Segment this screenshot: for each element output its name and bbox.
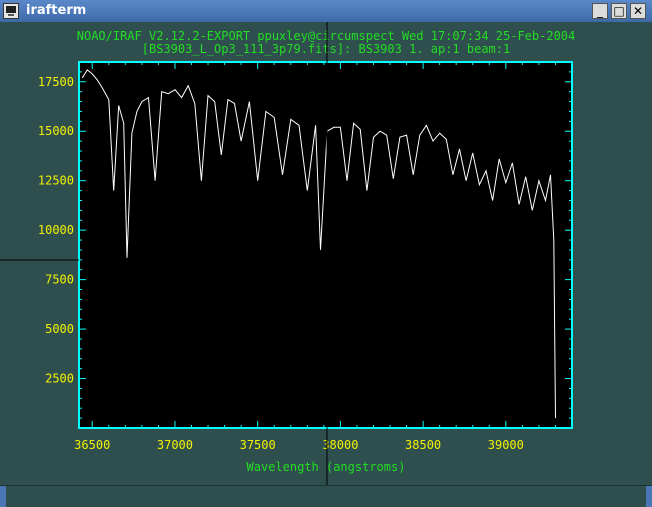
x-tick-label: 39000 <box>488 438 524 452</box>
plot-header-line1: NOAO/IRAF V2.12.2-EXPORT ppuxley@circums… <box>77 29 576 43</box>
close-button[interactable]: ✕ <box>630 3 646 19</box>
y-tick-label: 2500 <box>45 372 74 386</box>
x-tick-label: 38000 <box>322 438 358 452</box>
spectrum-plot[interactable]: NOAO/IRAF V2.12.2-EXPORT ppuxley@circums… <box>0 22 652 485</box>
x-tick-label: 38500 <box>405 438 441 452</box>
window-title: irafterm <box>26 3 87 18</box>
x-axis-label: Wavelength (angstroms) <box>247 460 406 474</box>
window-bottom-border[interactable] <box>0 485 652 507</box>
y-tick-label: 17500 <box>38 75 74 89</box>
irafterm-app-icon <box>3 3 19 19</box>
minimize-button[interactable]: _ <box>592 3 608 19</box>
resize-handle-right[interactable] <box>646 486 652 507</box>
y-tick-label: 15000 <box>38 124 74 138</box>
irafterm-window: irafterm _ □ ✕ NOAO/IRAF V2.12.2-EXPORT … <box>0 0 652 507</box>
plot-frame <box>78 61 573 429</box>
x-tick-label: 37000 <box>157 438 193 452</box>
x-tick-label: 37500 <box>240 438 276 452</box>
title-bar[interactable]: irafterm _ □ ✕ <box>0 0 652 22</box>
y-tick-label: 7500 <box>45 273 74 287</box>
maximize-button[interactable]: □ <box>611 3 627 19</box>
x-tick-label: 36500 <box>74 438 110 452</box>
plot-header-line2: [BS3903_L_Op3_111_3p79.fits]: BS3903 1. … <box>142 42 510 56</box>
y-tick-label: 12500 <box>38 174 74 188</box>
y-tick-label: 5000 <box>45 322 74 336</box>
y-tick-label: 10000 <box>38 223 74 237</box>
resize-handle-left[interactable] <box>0 486 6 507</box>
